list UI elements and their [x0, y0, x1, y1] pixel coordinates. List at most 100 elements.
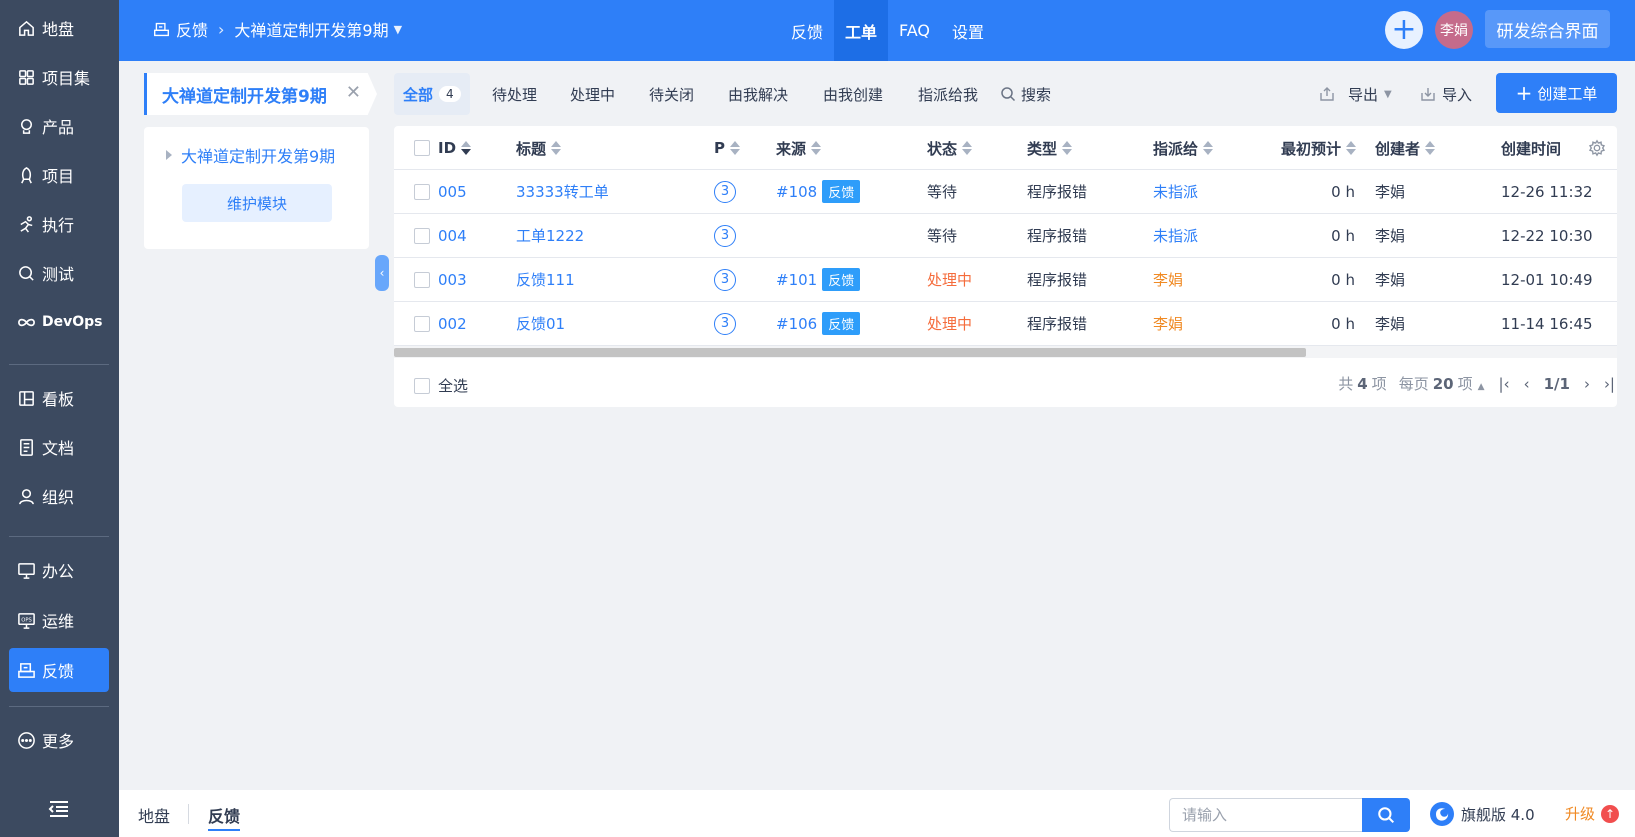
table-row[interactable]: 003 反馈111 3 #101 反馈 处理中 程序报错 李娟 0 h 李娟 12-01 10:49 — [394, 258, 1617, 302]
row-checkbox[interactable] — [414, 214, 430, 257]
breadcrumb-root[interactable]: 反馈 — [176, 17, 208, 41]
filter-tab-all[interactable]: 全部 4 — [394, 73, 470, 115]
source-link[interactable]: #101 — [776, 271, 817, 289]
sidebar-item-kanban[interactable]: 看板 — [9, 376, 109, 420]
ticket-title[interactable]: 反馈111 — [516, 258, 575, 301]
sidebar-item-label: 组织 — [42, 488, 75, 507]
sidebar-item-org[interactable]: 组织 — [9, 474, 109, 518]
tab-faq[interactable]: FAQ — [888, 0, 941, 61]
type-text: 程序报错 — [1027, 183, 1088, 201]
column-settings-button[interactable] — [1588, 126, 1606, 170]
col-header-type[interactable]: 类型 — [1027, 126, 1073, 170]
edition-label: 旗舰版 4.0 — [1461, 805, 1535, 824]
assigned-to[interactable]: 李娟 — [1153, 302, 1183, 345]
source-cell[interactable]: #101 反馈 — [776, 258, 861, 301]
select-all-checkbox[interactable] — [414, 377, 430, 394]
horizontal-scrollbar[interactable] — [394, 346, 1617, 358]
breadcrumb-product[interactable]: 大禅道定制开发第9期 — [234, 17, 388, 41]
sidebar-item-devops[interactable]: DevOps — [9, 300, 109, 344]
filter-tab-processing[interactable]: 处理中 — [570, 73, 615, 115]
upgrade-button[interactable]: 升级 ↑ — [1565, 803, 1620, 824]
col-header-source[interactable]: 来源 — [776, 126, 822, 170]
row-checkbox[interactable] — [414, 258, 430, 301]
filter-tab-created-by-me[interactable]: 由我创建 — [823, 73, 883, 115]
avatar[interactable]: 李娟 — [1435, 11, 1473, 49]
global-search-input[interactable] — [1169, 798, 1362, 832]
sidebar-item-home[interactable]: 地盘 — [9, 6, 109, 50]
col-header-estimate[interactable]: 最初预计 — [1281, 126, 1357, 170]
col-header-created[interactable]: 创建时间 — [1501, 126, 1561, 170]
rd-interface-button[interactable]: 研发综合界面 — [1485, 10, 1610, 48]
ticket-title[interactable]: 33333转工单 — [516, 170, 609, 213]
scrollbar-thumb[interactable] — [394, 348, 1306, 357]
table-header: ID 标题 P 来源 状态 类型 指派给 最初预计 创建者 创建时间 — [394, 126, 1617, 170]
sidebar-item-feedback[interactable]: 反馈 — [9, 648, 109, 692]
col-header-status[interactable]: 状态 — [927, 126, 973, 170]
export-button[interactable]: 导出 ▼ — [1318, 73, 1392, 115]
first-page-icon[interactable]: |‹ — [1499, 375, 1510, 393]
toggle-sidepanel-button[interactable]: ‹ — [375, 255, 389, 291]
last-page-icon[interactable]: ›| — [1604, 375, 1615, 393]
filter-tab-to-close[interactable]: 待关闭 — [649, 73, 694, 115]
table-row[interactable]: 002 反馈01 3 #106 反馈 处理中 程序报错 李娟 0 h 李娟 11-14 16:45 — [394, 302, 1617, 346]
tab-ticket[interactable]: 工单 — [834, 0, 889, 61]
search-button[interactable] — [1362, 798, 1410, 832]
col-header-assigned[interactable]: 指派给 — [1153, 126, 1214, 170]
col-header-title[interactable]: 标题 — [516, 126, 562, 170]
select-all-header-checkbox[interactable] — [414, 126, 430, 170]
maintain-module-button[interactable]: 维护模块 — [182, 184, 332, 222]
sidebar-item-office[interactable]: 办公 — [9, 548, 109, 592]
filter-tab-solved-by-me[interactable]: 由我解决 — [728, 73, 788, 115]
select-all[interactable]: 全选 — [414, 375, 468, 396]
sidebar-item-program[interactable]: 项目集 — [9, 55, 109, 99]
more-icon — [16, 730, 36, 750]
table-row[interactable]: 004 工单1222 3 等待 程序报错 未指派 0 h 李娟 12-22 10:30 — [394, 214, 1617, 258]
bottom-link-feedback[interactable]: 反馈 — [208, 803, 241, 831]
tab-settings[interactable]: 设置 — [941, 0, 995, 61]
ticket-title[interactable]: 反馈01 — [516, 302, 565, 345]
source-link[interactable]: #106 — [776, 315, 817, 333]
col-header-creator[interactable]: 创建者 — [1375, 126, 1436, 170]
quick-add-button[interactable]: + — [1385, 11, 1423, 49]
create-ticket-button[interactable]: + 创建工单 — [1496, 73, 1617, 113]
assigned-to[interactable]: 未指派 — [1153, 170, 1198, 213]
source-link[interactable]: #108 — [776, 183, 817, 201]
assigned-to[interactable]: 李娟 — [1153, 258, 1183, 301]
filter-tab-pending[interactable]: 待处理 — [492, 73, 537, 115]
bottom-link-home[interactable]: 地盘 — [138, 803, 170, 827]
prev-page-icon[interactable]: ‹ — [1524, 375, 1530, 393]
source-cell[interactable]: #106 反馈 — [776, 302, 861, 345]
sidebar-item-project[interactable]: 项目 — [9, 153, 109, 197]
import-button[interactable]: 导入 — [1419, 73, 1472, 115]
ticket-id[interactable]: 004 — [438, 214, 467, 257]
table-row[interactable]: 005 33333转工单 3 #108 反馈 等待 程序报错 未指派 0 h 李娟 12-26 11… — [394, 170, 1617, 214]
close-icon[interactable]: ✕ — [346, 82, 361, 103]
caret-right-icon[interactable] — [166, 150, 172, 160]
tab-feedback[interactable]: 反馈 — [780, 0, 834, 61]
search-toggle[interactable]: 搜索 — [1000, 73, 1051, 115]
source-cell[interactable]: #108 反馈 — [776, 170, 861, 213]
product-tab[interactable]: 大禅道定制开发第9期 ✕ — [144, 73, 377, 115]
ticket-id[interactable]: 002 — [438, 302, 467, 345]
next-page-icon[interactable]: › — [1584, 375, 1590, 393]
row-checkbox[interactable] — [414, 170, 430, 213]
sidebar-item-ops[interactable]: OPS 运维 — [9, 598, 109, 642]
module-tree-item[interactable]: 大禅道定制开发第9期 — [166, 143, 335, 167]
ticket-title[interactable]: 工单1222 — [516, 214, 584, 257]
col-header-priority[interactable]: P — [714, 126, 740, 170]
chevron-down-icon[interactable]: ▼ — [394, 23, 402, 36]
zentao-logo-icon — [1430, 802, 1454, 826]
ticket-id[interactable]: 003 — [438, 258, 467, 301]
sidebar-item-execution[interactable]: 执行 — [9, 202, 109, 246]
pager-per-page[interactable]: 每页 20 项 ▲ — [1399, 373, 1485, 394]
ticket-id[interactable]: 005 — [438, 170, 467, 213]
sidebar-item-doc[interactable]: 文档 — [9, 425, 109, 469]
collapse-menu-button[interactable] — [46, 797, 72, 821]
sidebar-item-test[interactable]: 测试 — [9, 251, 109, 295]
row-checkbox[interactable] — [414, 302, 430, 345]
col-header-id[interactable]: ID — [438, 126, 472, 170]
assigned-to[interactable]: 未指派 — [1153, 214, 1198, 257]
sidebar-item-product[interactable]: 产品 — [9, 104, 109, 148]
filter-tab-assigned-to-me[interactable]: 指派给我 — [918, 73, 978, 115]
sidebar-item-more[interactable]: 更多 — [9, 718, 109, 762]
